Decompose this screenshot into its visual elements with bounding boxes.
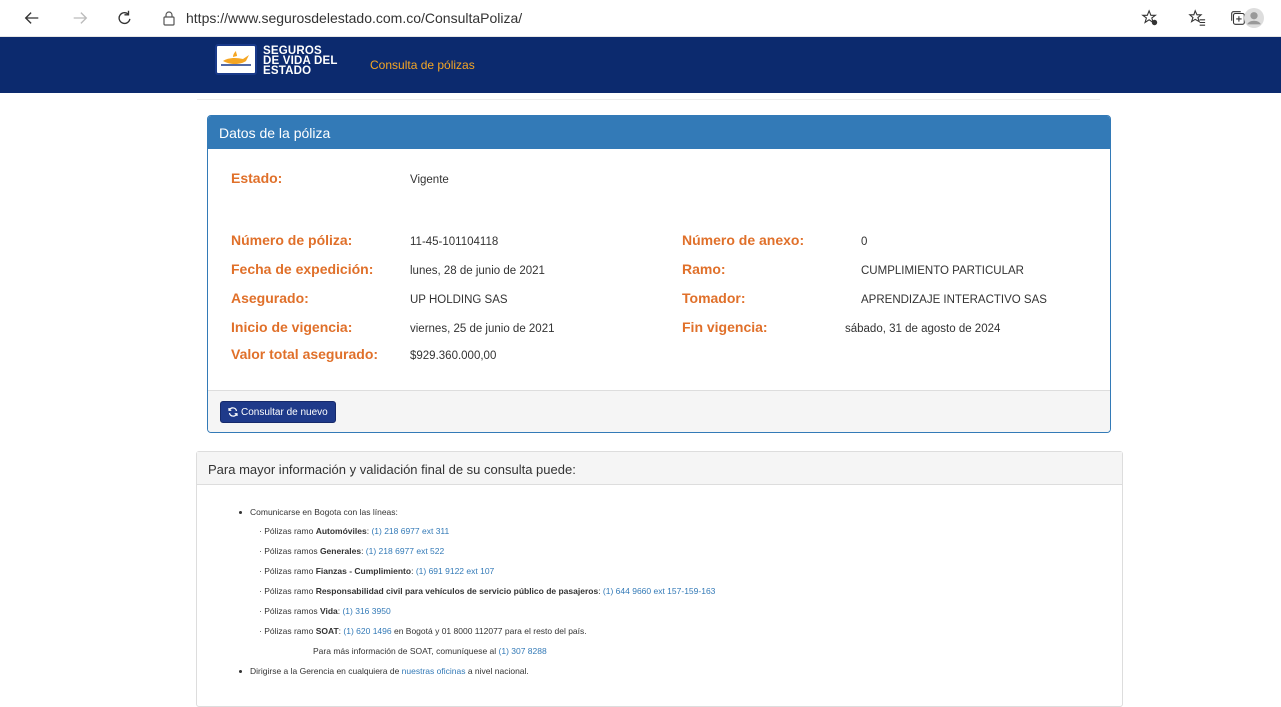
- arrow-right-icon: [73, 12, 88, 24]
- panel-title: Datos de la póliza: [208, 116, 1110, 149]
- soat-info-text: Para más información de SOAT, comuníques…: [313, 646, 499, 656]
- list-item-text: a nivel nacional.: [465, 666, 529, 676]
- valor-asegurado-value: $929.360.000,00: [410, 350, 497, 362]
- list-item: · Pólizas ramo Responsabilidad civil par…: [259, 586, 715, 596]
- bullet: [239, 511, 242, 515]
- address-bar[interactable]: https://www.segurosdelestado.com.co/Cons…: [162, 7, 522, 29]
- refresh-icon: [118, 10, 131, 25]
- favorites-list-icon: [1188, 9, 1206, 26]
- line-suffix: en Bogotá y 01 8000 112077 para el resto…: [391, 626, 587, 636]
- ramo-name: Generales: [319, 546, 362, 556]
- phone-link[interactable]: (1) 218 6977 ext 522: [366, 546, 444, 556]
- back-button[interactable]: [22, 8, 42, 28]
- phone-link[interactable]: (1) 316 3950: [342, 606, 390, 616]
- phone-link[interactable]: (1) 620 1496: [343, 626, 391, 636]
- refresh-button[interactable]: [114, 8, 134, 28]
- info-panel: Para mayor información y validación fina…: [196, 451, 1123, 707]
- fecha-expedicion-value: lunes, 28 de junio de 2021: [410, 265, 545, 277]
- ramo-value: CUMPLIMIENTO PARTICULAR: [861, 265, 1024, 277]
- ramo-name: Automóviles: [315, 526, 367, 536]
- asegurado-label: Asegurado:: [231, 290, 309, 306]
- list-item: Dirigirse a la Gerencia en cualquiera de…: [239, 666, 529, 676]
- offices-link[interactable]: nuestras oficinas: [402, 666, 466, 676]
- tomador-label: Tomador:: [682, 290, 746, 306]
- estado-value: Vigente: [410, 174, 449, 186]
- logo[interactable]: [215, 44, 257, 75]
- line-prefix: · Pólizas ramo: [259, 526, 316, 536]
- lamp-logo-icon: [221, 50, 251, 66]
- refresh-icon: [228, 407, 238, 417]
- lock-icon: [163, 11, 175, 26]
- estado-label: Estado:: [231, 170, 283, 186]
- panel-footer: Consultar de nuevo: [208, 390, 1110, 432]
- list-item: Comunicarse en Bogota con las líneas:: [239, 507, 398, 517]
- list-item: · Pólizas ramos Vida: (1) 316 3950: [259, 606, 391, 616]
- inicio-vigencia-label: Inicio de vigencia:: [231, 319, 353, 335]
- fin-vigencia-value: sábado, 31 de agosto de 2024: [845, 323, 1001, 335]
- phone-link[interactable]: (1) 644 9660 ext 157-159-163: [603, 586, 715, 596]
- line-prefix: · Pólizas ramos: [259, 546, 320, 556]
- tomador-value: APRENDIZAJE INTERACTIVO SAS: [861, 294, 1047, 306]
- star-add-icon: [1141, 9, 1158, 26]
- arrow-left-icon: [24, 12, 39, 24]
- list-item-text: Dirigirse a la Gerencia en cualquiera de: [250, 666, 402, 676]
- list-item: · Pólizas ramo SOAT: (1) 620 1496 en Bog…: [259, 626, 587, 636]
- ramo-label: Ramo:: [682, 261, 726, 277]
- inicio-vigencia-value: viernes, 25 de junio de 2021: [410, 323, 555, 335]
- list-item-text: Comunicarse en Bogota con las líneas:: [250, 507, 398, 517]
- forward-button[interactable]: [70, 8, 90, 28]
- list-item: Para más información de SOAT, comuníques…: [313, 646, 547, 656]
- valor-asegurado-label: Valor total asegurado:: [231, 346, 379, 362]
- asegurado-value: UP HOLDING SAS: [410, 294, 508, 306]
- url-text: https://www.segurosdelestado.com.co/Cons…: [186, 10, 523, 26]
- browser-toolbar: https://www.segurosdelestado.com.co/Cons…: [0, 0, 1281, 37]
- phone-link[interactable]: (1) 218 6977 ext 311: [371, 526, 449, 536]
- numero-anexo-label: Número de anexo:: [682, 232, 805, 248]
- bullet: [239, 670, 242, 674]
- logo-text: SEGUROS DE VIDA DEL ESTADO: [263, 45, 338, 77]
- line-prefix: · Pólizas ramo: [259, 626, 316, 636]
- site-title[interactable]: Consulta de pólizas: [370, 58, 475, 72]
- ramo-name: Responsabilidad civil para vehículos de …: [315, 586, 599, 596]
- consultar-de-nuevo-button[interactable]: Consultar de nuevo: [220, 401, 336, 423]
- ramo-name: SOAT: [315, 626, 339, 636]
- list-item: · Pólizas ramo Fianzas - Cumplimiento: (…: [259, 566, 494, 576]
- numero-poliza-value: 11-45-101104118: [410, 236, 499, 248]
- policy-panel: Datos de la póliza Estado: Vigente Númer…: [207, 115, 1111, 433]
- policy-details: Estado: Vigente Número de póliza: 11-45-…: [208, 149, 1110, 392]
- fecha-expedicion-label: Fecha de expedición:: [231, 261, 374, 277]
- logo-text-line: ESTADO: [263, 65, 312, 77]
- add-favorite-button[interactable]: [1140, 8, 1160, 28]
- list-item: · Pólizas ramos Generales: (1) 218 6977 …: [259, 546, 444, 556]
- list-item: · Pólizas ramo Automóviles: (1) 218 6977…: [259, 526, 449, 536]
- phone-link[interactable]: (1) 691 9122 ext 107: [416, 566, 494, 576]
- line-prefix: · Pólizas ramos: [259, 606, 320, 616]
- ramo-name: Vida: [319, 606, 338, 616]
- profile-button[interactable]: [1244, 8, 1264, 28]
- ramo-name: Fianzas - Cumplimiento: [315, 566, 412, 576]
- divider: [197, 99, 1100, 100]
- numero-poliza-label: Número de póliza:: [231, 232, 353, 248]
- phone-link[interactable]: (1) 307 8288: [499, 646, 547, 656]
- line-prefix: · Pólizas ramo: [259, 566, 316, 576]
- button-label: Consultar de nuevo: [241, 406, 328, 418]
- favorites-button[interactable]: [1187, 8, 1207, 28]
- info-title: Para mayor información y validación fina…: [197, 452, 1122, 485]
- line-prefix: · Pólizas ramo: [259, 586, 316, 596]
- fin-vigencia-label: Fin vigencia:: [682, 319, 768, 335]
- site-header: SEGUROS DE VIDA DEL ESTADO Consulta de p…: [0, 37, 1281, 93]
- numero-anexo-value: 0: [861, 236, 868, 248]
- avatar-icon: [1244, 8, 1264, 28]
